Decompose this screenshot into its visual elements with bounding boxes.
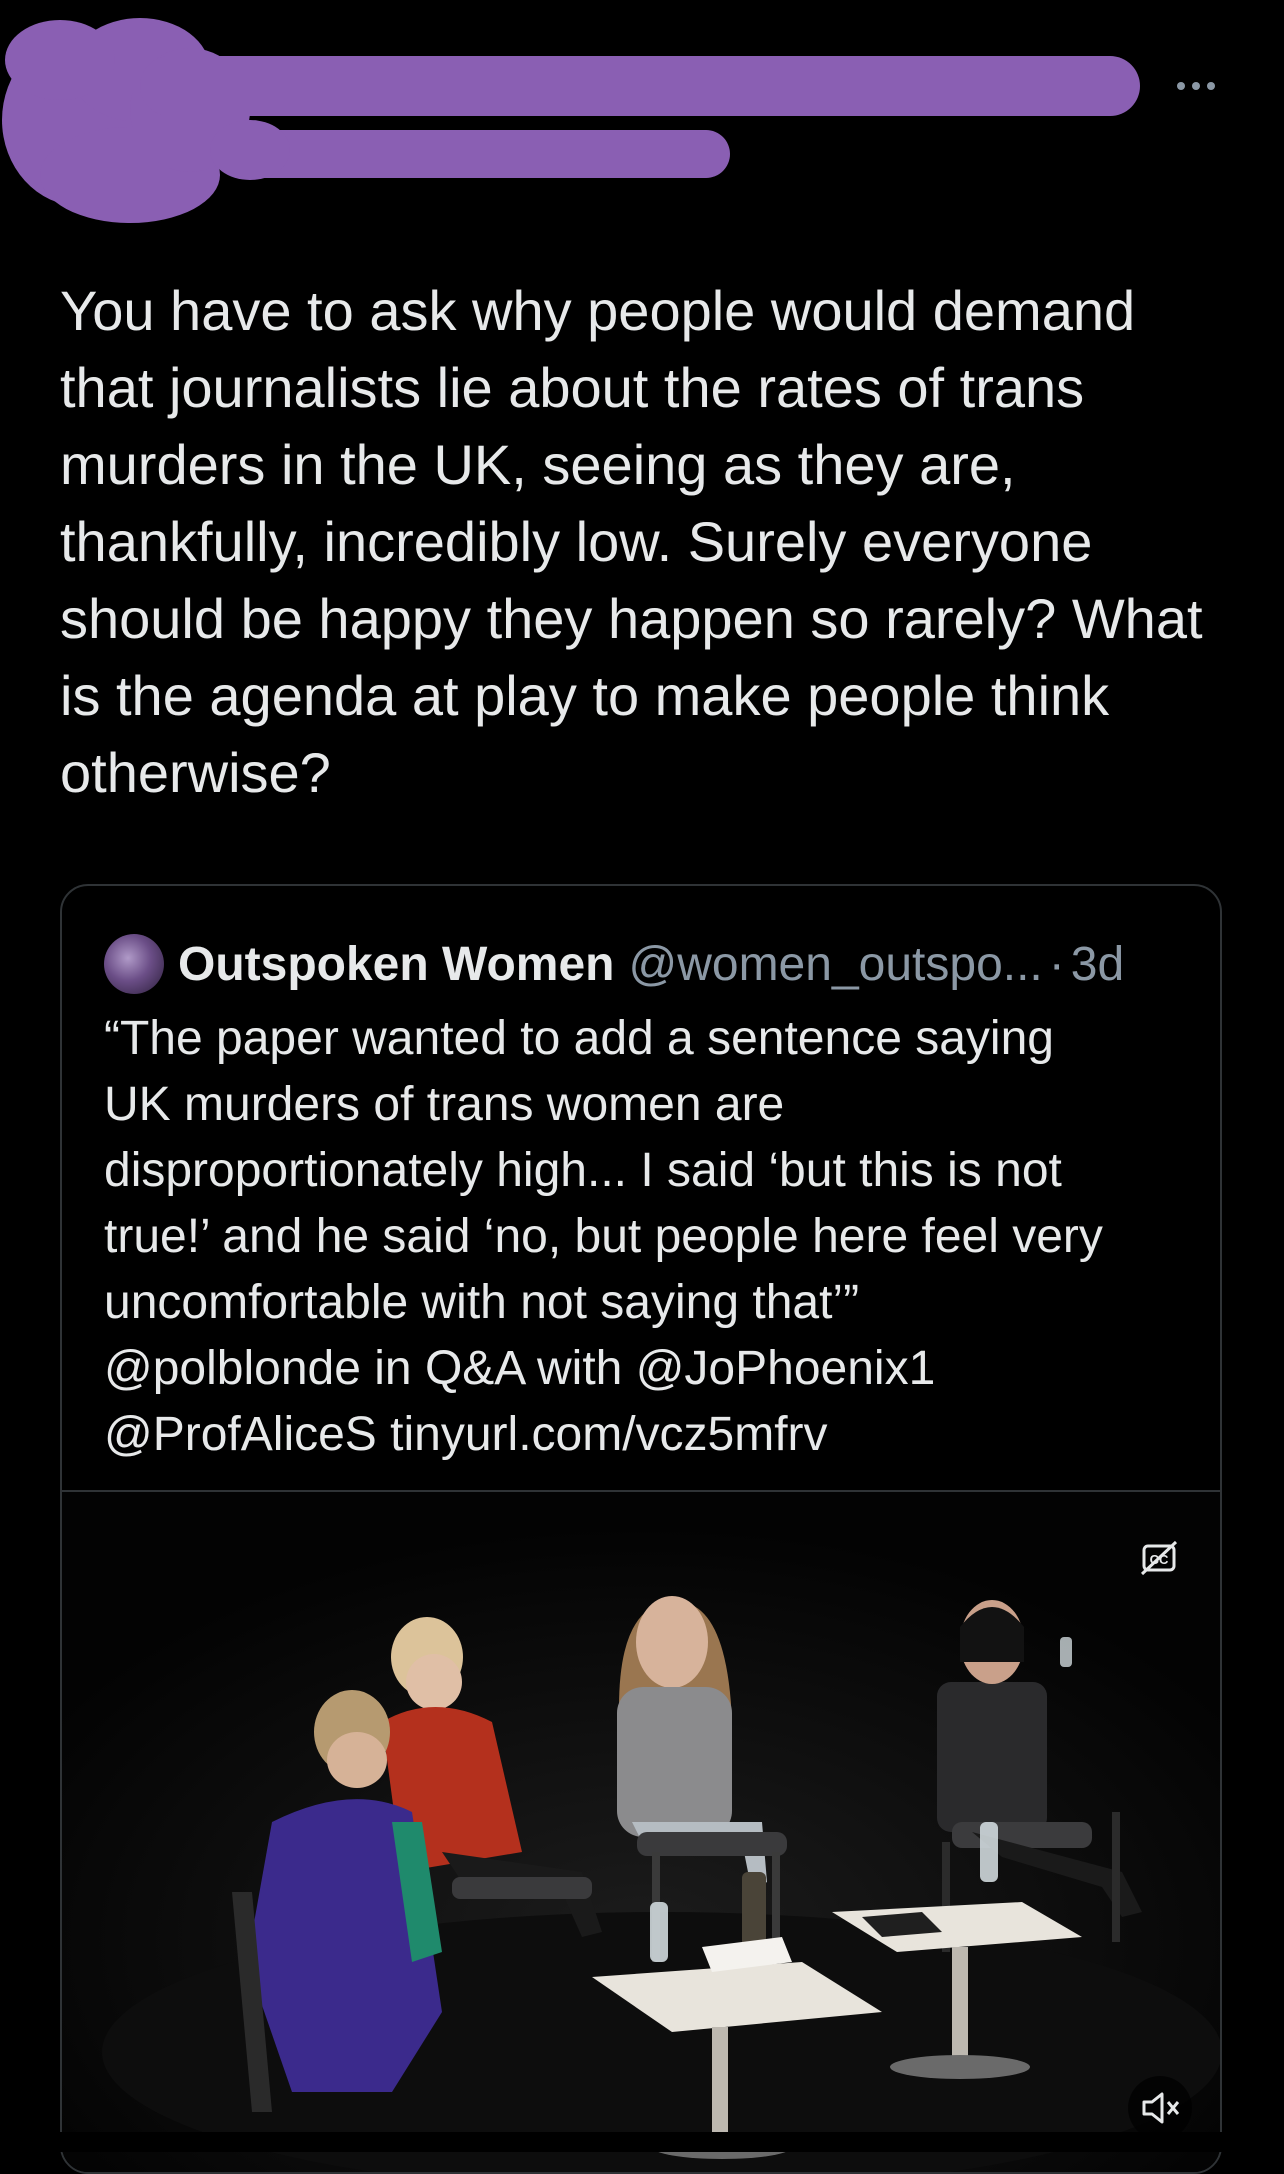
volume-muted-icon bbox=[1142, 2092, 1180, 2124]
captions-off-icon: CC bbox=[1140, 1540, 1178, 1576]
video-player[interactable]: CC bbox=[62, 1490, 1220, 2172]
more-horizontal-icon bbox=[1177, 82, 1215, 90]
captions-button[interactable]: CC bbox=[1140, 1540, 1180, 1576]
quoted-tweet-timestamp[interactable]: 3d bbox=[1071, 937, 1124, 992]
video-frame bbox=[62, 1492, 1220, 2172]
more-options-button[interactable] bbox=[1164, 66, 1228, 106]
header-separator: · bbox=[1048, 937, 1065, 991]
quoted-author-handle[interactable]: @women_outspo... bbox=[628, 937, 1042, 992]
mute-toggle-button[interactable] bbox=[1128, 2076, 1192, 2140]
quoted-tweet-card[interactable]: Outspoken Women @women_outspo... · 3d “T… bbox=[60, 884, 1222, 2174]
redacted-username-scribble bbox=[2, 18, 1140, 223]
quoted-tweet-header: Outspoken Women @women_outspo... · 3d bbox=[104, 928, 1124, 1000]
tweet-text: You have to ask why people would demand … bbox=[60, 279, 1203, 804]
quoted-author-name[interactable]: Outspoken Women bbox=[178, 937, 614, 992]
bottom-edge bbox=[0, 2132, 1284, 2152]
avatar[interactable] bbox=[104, 934, 164, 994]
quoted-tweet-text: “The paper wanted to add a sentence sayi… bbox=[104, 1012, 1103, 1461]
